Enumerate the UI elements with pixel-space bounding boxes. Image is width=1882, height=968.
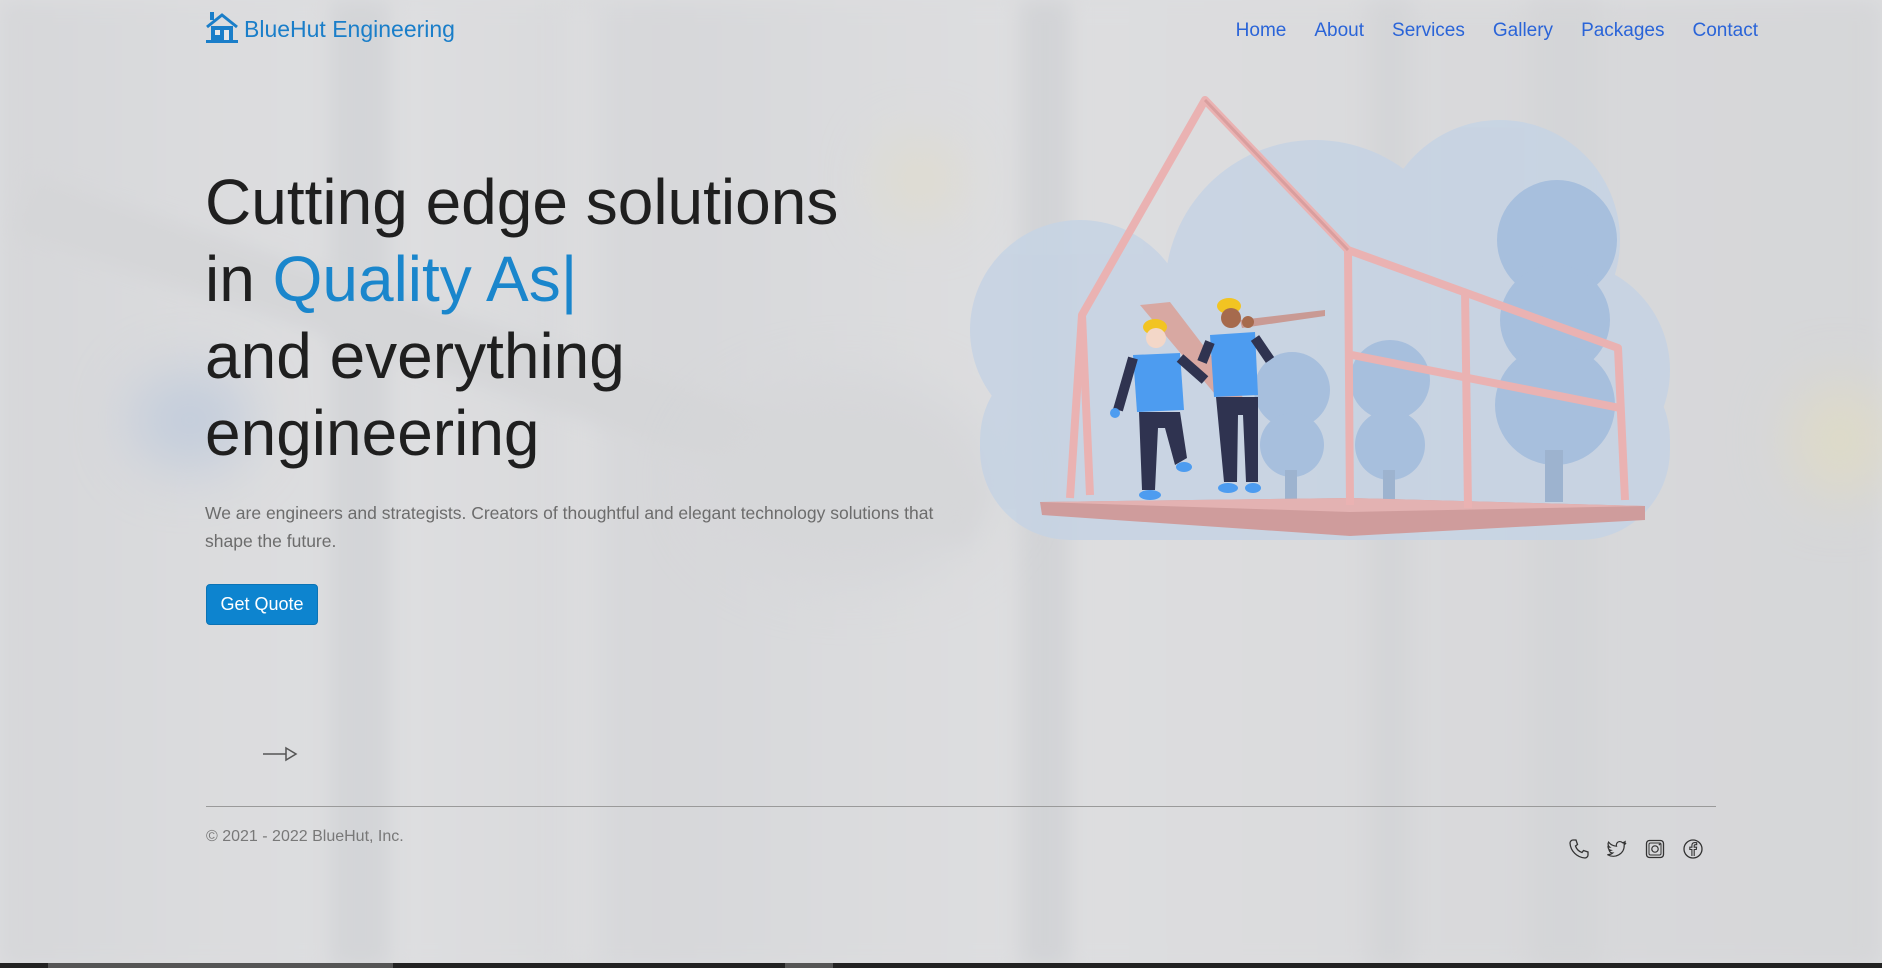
hero-illustration (940, 70, 1720, 565)
instagram-icon[interactable] (1644, 838, 1666, 860)
main-nav: Home About Services Gallery Packages Con… (1236, 20, 1758, 42)
window-bottom-strip (0, 963, 1882, 968)
nav-contact[interactable]: Contact (1693, 20, 1758, 42)
nav-packages[interactable]: Packages (1581, 20, 1664, 42)
footer-divider (206, 806, 1716, 807)
hero-title: Cutting edge solutions in Quality As| an… (205, 164, 1065, 472)
hero-description: We are engineers and strategists. Creato… (205, 503, 934, 551)
navbar: BlueHut Engineering Home About Services … (0, 0, 1882, 62)
nav-services[interactable]: Services (1392, 20, 1465, 42)
nav-about[interactable]: About (1314, 20, 1364, 42)
house-icon (206, 10, 238, 49)
copyright-text: © 2021 - 2022 BlueHut, Inc. (206, 828, 404, 845)
arrow-right-icon[interactable] (262, 744, 298, 769)
social-links (1568, 838, 1704, 860)
nav-home[interactable]: Home (1236, 20, 1287, 42)
nav-gallery[interactable]: Gallery (1493, 20, 1553, 42)
phone-icon[interactable] (1568, 838, 1590, 860)
hero-line-3: and everything (205, 320, 625, 392)
brand-link[interactable]: BlueHut Engineering (206, 10, 455, 49)
twitter-icon[interactable] (1606, 838, 1628, 860)
hero-typed-text: Quality As| (272, 243, 578, 315)
hero-line-4: engineering (205, 397, 540, 469)
brand-name: BlueHut Engineering (244, 16, 455, 42)
hero-line-1: Cutting edge solutions (205, 166, 839, 238)
hero-line-2-prefix: in (205, 243, 273, 315)
get-quote-button[interactable]: Get Quote (206, 584, 318, 625)
facebook-icon[interactable] (1682, 838, 1704, 860)
